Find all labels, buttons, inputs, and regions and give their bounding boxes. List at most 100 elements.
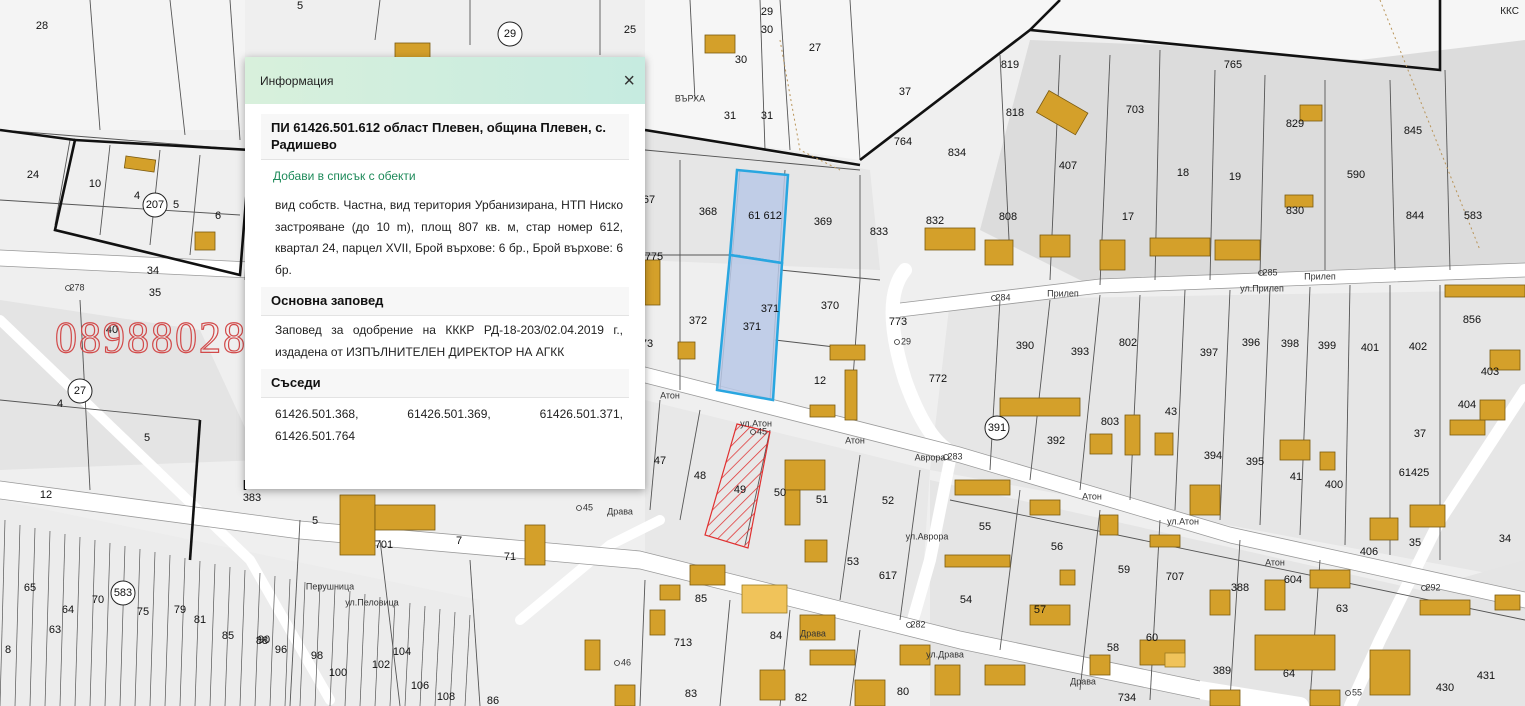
survey-point-number: 46 [621, 657, 631, 667]
parcel-number: 368 [699, 206, 717, 218]
parcel-number: 764 [894, 136, 912, 148]
neighbor-link[interactable]: 61426.501.368, [275, 404, 358, 426]
parcel-number: 71 [504, 551, 516, 563]
parcel-number: 388 [1231, 582, 1249, 594]
parcel-number: 402 [1409, 341, 1427, 353]
popup-header: Информация × [245, 57, 645, 104]
survey-point-number: 29 [901, 336, 911, 346]
parcel-number: 108 [437, 691, 455, 703]
street-name: Атон [845, 435, 865, 445]
parcel-number: 80 [897, 686, 909, 698]
survey-point-number: 292 [1425, 582, 1440, 592]
street-name: Атон [1082, 491, 1102, 501]
parcel-number: 392 [1047, 435, 1065, 447]
parcel-number: 713 [674, 637, 692, 649]
parcel-number: 5 [297, 0, 303, 12]
neighbor-link[interactable]: 61426.501.371, [540, 404, 623, 426]
parcel-number: 27 [809, 42, 821, 54]
parcel-number: 12 [40, 489, 52, 501]
parcel-number: 58 [1107, 642, 1119, 654]
parcel-number: 431 [1477, 670, 1495, 682]
parcel-number: 30 [735, 54, 747, 66]
street-name: ул.Прилеп [1240, 283, 1284, 293]
street-name: ул.Пеловица [345, 597, 399, 607]
parcel-number: 775 [645, 251, 663, 263]
parcel-number: 35 [149, 287, 161, 299]
survey-point-number: 283 [947, 451, 962, 461]
street-name: Прилеп [1047, 288, 1079, 298]
parcel-number: 802 [1119, 337, 1137, 349]
parcel-number: 55 [979, 521, 991, 533]
parcel-number: 389 [1213, 665, 1231, 677]
parcel-number: 90 [258, 634, 270, 646]
parcel-number: 12 [814, 375, 826, 387]
neighbor-link[interactable]: 61426.501.764 [275, 426, 623, 448]
corner-label: ККС [1500, 6, 1519, 17]
popup-body: ПИ 61426.501.612 област Плевен, община П… [245, 104, 645, 447]
parcel-number: 404 [1458, 399, 1476, 411]
survey-point-number: 282 [910, 619, 925, 629]
order-heading: Основна заповед [261, 287, 629, 316]
parcel-number: 5 [144, 432, 150, 444]
parcel-number: 772 [929, 373, 947, 385]
street-name: Драва [607, 506, 633, 516]
block-number: 29 [504, 28, 516, 40]
parcel-number: 37 [899, 86, 911, 98]
block-number: 27 [74, 385, 86, 397]
parcel-number: 51 [816, 494, 828, 506]
parcel-number: 56 [1051, 541, 1063, 553]
parcel-number: 590 [1347, 169, 1365, 181]
parcel-number: 829 [1286, 118, 1304, 130]
parcel-number: 383 [243, 492, 261, 504]
selected-parcel-number: 61 612 [748, 210, 782, 222]
neighbors-list: 61426.501.368, 61426.501.369, 61426.501.… [261, 398, 629, 447]
parcel-number: 75 [137, 606, 149, 618]
parcel-number: 430 [1436, 682, 1454, 694]
parcel-number: 96 [275, 644, 287, 656]
street-name: ВЪРХА [675, 93, 705, 103]
neighbor-link[interactable]: 61426.501.369, [407, 404, 490, 426]
parcel-number: 54 [960, 594, 972, 606]
street-name: Прилеп [1304, 271, 1336, 281]
parcel-number: 765 [1224, 59, 1242, 71]
parcel-number: 395 [1246, 456, 1264, 468]
parcel-number: 617 [879, 570, 897, 582]
parcel-number: 5 [312, 515, 318, 527]
close-button[interactable]: × [623, 71, 635, 91]
parcel-number: 84 [770, 630, 782, 642]
street-name: Драва [1070, 676, 1096, 686]
parcel-number: 403 [1481, 366, 1499, 378]
selected-parcel-number: 371 [743, 321, 761, 333]
parcel-number: 25 [624, 24, 636, 36]
parcel-number: 70 [92, 594, 104, 606]
parcel-number: 833 [870, 226, 888, 238]
parcel-number: 30 [761, 24, 773, 36]
parcel-number: 61425 [1399, 467, 1430, 479]
survey-point-number: 45 [757, 426, 767, 436]
parcel-number: 394 [1204, 450, 1222, 462]
parcel-number: 701 [375, 539, 393, 551]
survey-point-number: 284 [995, 292, 1010, 302]
parcel-number: 85 [222, 630, 234, 642]
parcel-number: 397 [1200, 347, 1218, 359]
parcel-number: 7 [456, 535, 462, 547]
parcel-number: 803 [1101, 416, 1119, 428]
parcel-number: 19 [1229, 171, 1241, 183]
street-name: ул.Драва [926, 649, 964, 659]
block-number: 391 [988, 422, 1006, 434]
add-to-list-link[interactable]: Добави в списък с обекти [261, 160, 629, 191]
parcel-number: 102 [372, 659, 390, 671]
parcel-number: 18 [1177, 167, 1189, 179]
parcel-number: 64 [1283, 668, 1295, 680]
parcel-heading: ПИ 61426.501.612 област Плевен, община П… [261, 114, 629, 160]
parcel-number: 4 [57, 398, 63, 410]
street-name: ул.Аврора [906, 531, 949, 541]
parcel-number: 370 [821, 300, 839, 312]
parcel-number: 400 [1325, 479, 1343, 491]
survey-point-number: 285 [1262, 267, 1277, 277]
street-name: Атон [1265, 557, 1285, 567]
parcel-number: 703 [1126, 104, 1144, 116]
parcel-number: 773 [889, 316, 907, 328]
parcel-number: 53 [847, 556, 859, 568]
parcel-number: 832 [926, 215, 944, 227]
